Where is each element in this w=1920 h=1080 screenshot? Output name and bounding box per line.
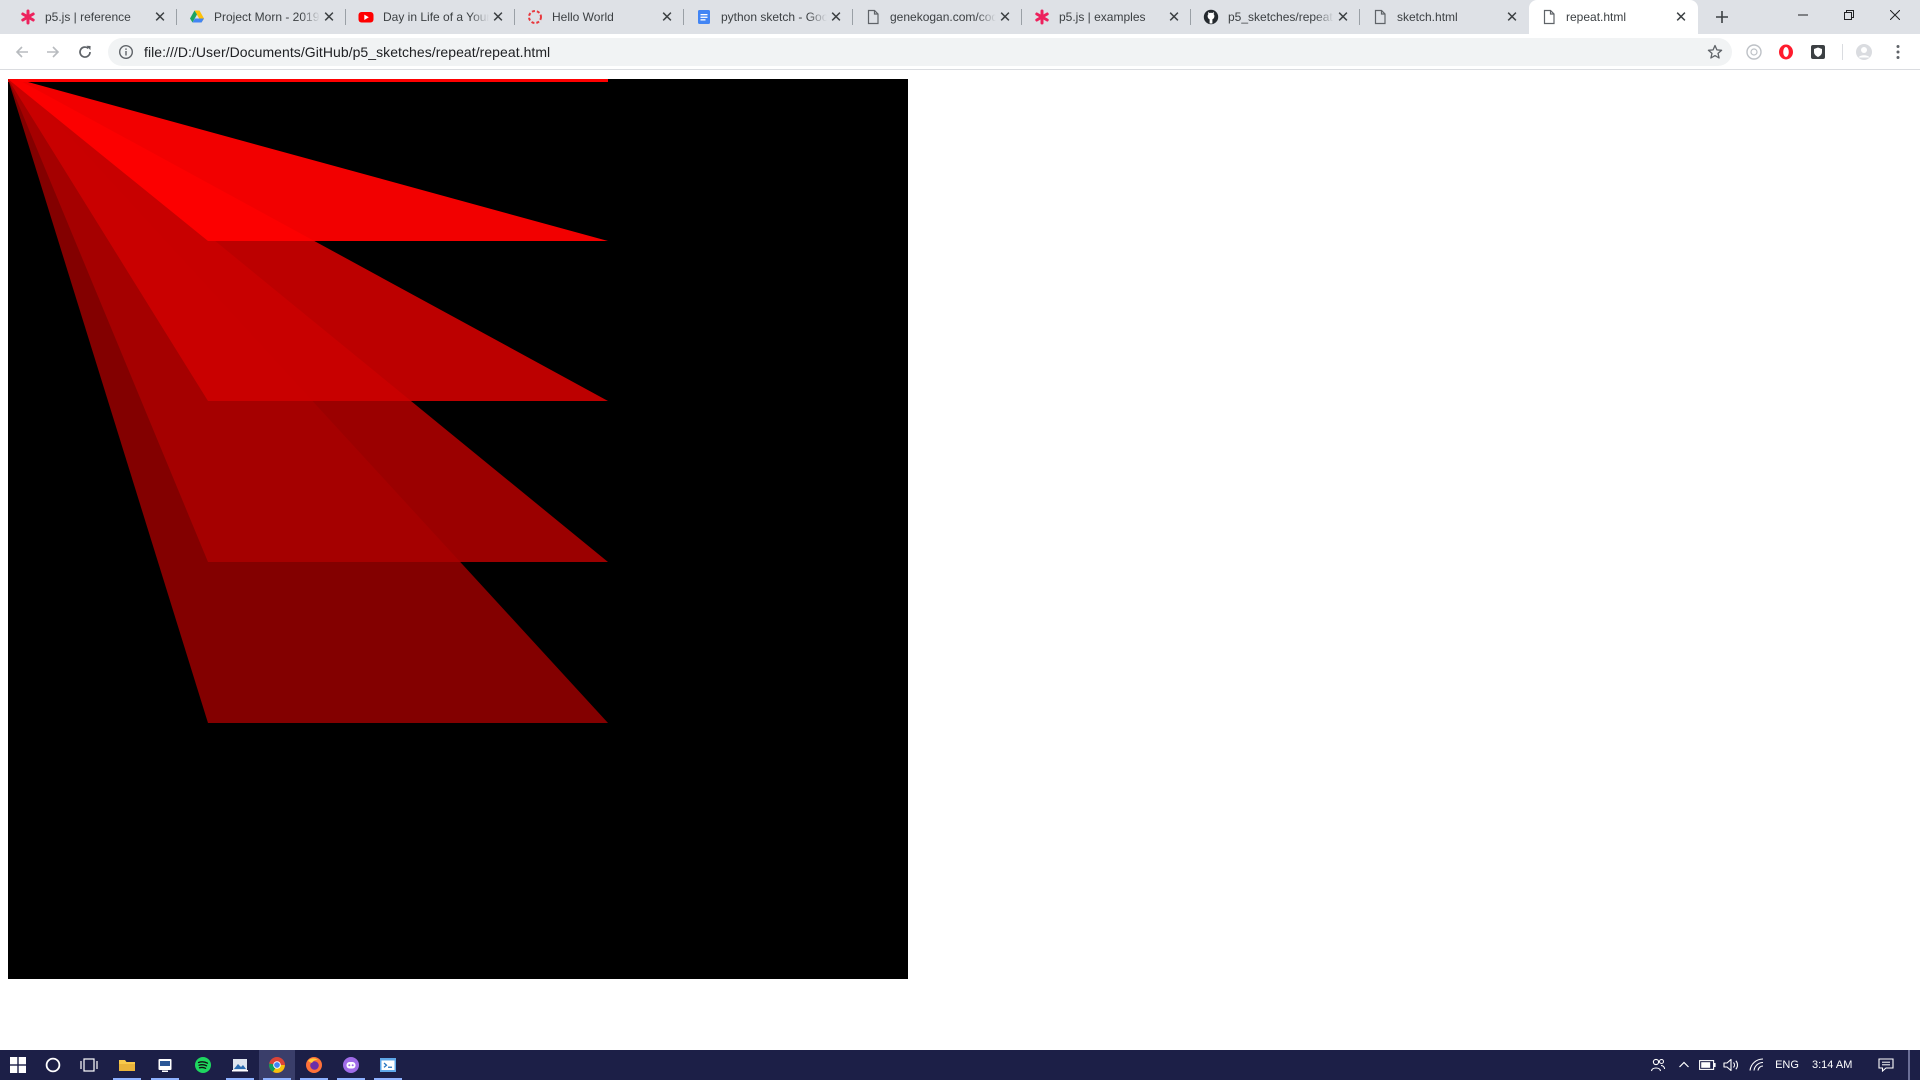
menu-kebab-icon[interactable]	[1888, 42, 1908, 62]
tab-project-morn[interactable]: Project Morn - 2019 ✕	[177, 0, 346, 34]
opera-extension-icon[interactable]	[1776, 42, 1796, 62]
arrow-left-icon	[15, 46, 28, 58]
chrome-icon[interactable]	[259, 1050, 295, 1080]
loading-spinner-icon	[527, 9, 543, 25]
tab-youtube[interactable]: Day in Life of a Young ✕	[346, 0, 515, 34]
wifi-icon[interactable]	[1746, 1050, 1768, 1080]
language-indicator[interactable]: ENG	[1772, 1050, 1802, 1080]
tab-hello-world[interactable]: Hello World ✕	[515, 0, 684, 34]
close-icon[interactable]: ✕	[1334, 8, 1352, 26]
profile-avatar-icon[interactable]	[1854, 42, 1874, 62]
google-docs-icon	[696, 9, 712, 25]
tab-repeat-html[interactable]: repeat.html ✕	[1529, 0, 1698, 34]
address-bar[interactable]: file:///D:/User/Documents/GitHub/p5_sket…	[108, 38, 1732, 66]
tab-title: p5.js | reference	[45, 10, 131, 24]
show-desktop-button[interactable]	[1908, 1050, 1910, 1080]
bookmark-star-icon[interactable]	[1706, 43, 1724, 61]
close-icon[interactable]: ✕	[827, 8, 845, 26]
tab-title: p5.js | examples	[1059, 10, 1146, 24]
page-icon	[1372, 9, 1388, 25]
forward-button[interactable]	[39, 38, 67, 66]
tab-python-sketch[interactable]: python sketch - Google Docs ✕	[684, 0, 853, 34]
tab-title: Hello World	[552, 10, 614, 24]
close-icon[interactable]: ✕	[151, 8, 169, 26]
google-drive-icon	[189, 9, 205, 25]
p5js-asterisk-icon	[1034, 9, 1050, 25]
tab-github-repeat[interactable]: p5_sketches/repeat ✕	[1191, 0, 1360, 34]
toolbar-divider	[1842, 44, 1843, 60]
start-icon[interactable]	[0, 1050, 36, 1080]
extension-sleep-icon[interactable]	[1744, 42, 1764, 62]
reload-icon	[79, 45, 91, 58]
file-explorer-icon[interactable]	[109, 1050, 145, 1080]
close-icon[interactable]: ✕	[996, 8, 1014, 26]
close-icon[interactable]: ✕	[1672, 8, 1690, 26]
volume-icon[interactable]	[1721, 1050, 1743, 1080]
task-view-icon[interactable]	[71, 1050, 107, 1080]
sketch-drawing	[8, 79, 908, 979]
tab-title: python sketch - Google Docs	[721, 10, 827, 24]
close-icon	[1890, 10, 1900, 20]
people-icon[interactable]	[1646, 1050, 1670, 1080]
p5-sketch-canvas[interactable]	[8, 79, 908, 979]
tab-p5js-reference[interactable]: p5.js | reference ✕	[8, 0, 177, 34]
discord-icon[interactable]	[333, 1050, 369, 1080]
reload-button[interactable]	[71, 38, 99, 66]
spotify-icon[interactable]	[185, 1050, 221, 1080]
tab-genekogan[interactable]: genekogan.com/code ✕	[853, 0, 1022, 34]
tab-title: Project Morn - 2019	[214, 10, 320, 24]
browser-toolbar: file:///D:/User/Documents/GitHub/p5_sket…	[0, 34, 1920, 70]
app-icon[interactable]	[147, 1050, 183, 1080]
new-tab-button[interactable]	[1708, 3, 1736, 31]
tab-title: genekogan.com/code	[890, 10, 996, 24]
github-icon	[1203, 9, 1219, 25]
cortana-icon[interactable]	[35, 1050, 71, 1080]
page-viewport	[0, 71, 1920, 1050]
tab-title: sketch.html	[1397, 10, 1458, 24]
tab-title: repeat.html	[1566, 10, 1627, 24]
page-icon	[1541, 9, 1557, 25]
clock[interactable]: 3:14 AM	[1812, 1050, 1852, 1080]
notifications-icon[interactable]	[1874, 1050, 1898, 1080]
tab-title: Day in Life of a Young	[383, 10, 489, 24]
tab-strip: p5.js | reference ✕ Project Morn - 2019 …	[0, 0, 1920, 34]
info-icon[interactable]	[118, 44, 134, 60]
windows-taskbar: ENG 3:14 AM	[0, 1050, 1920, 1080]
battery-icon[interactable]	[1697, 1050, 1719, 1080]
vscode-icon[interactable]	[370, 1050, 406, 1080]
photos-icon[interactable]	[222, 1050, 258, 1080]
back-button[interactable]	[8, 38, 36, 66]
close-icon[interactable]: ✕	[658, 8, 676, 26]
tab-sketch-html[interactable]: sketch.html ✕	[1360, 0, 1529, 34]
chevron-up-icon[interactable]	[1674, 1050, 1694, 1080]
close-icon[interactable]: ✕	[489, 8, 507, 26]
minimize-button[interactable]	[1780, 0, 1826, 30]
sketch-top-line	[8, 79, 608, 82]
restore-icon	[1844, 10, 1854, 20]
shield-extension-icon[interactable]	[1808, 42, 1828, 62]
close-icon[interactable]: ✕	[1165, 8, 1183, 26]
minimize-icon	[1798, 14, 1808, 16]
close-icon[interactable]: ✕	[320, 8, 338, 26]
plus-icon	[1716, 11, 1728, 23]
arrow-right-icon	[47, 46, 60, 58]
close-icon[interactable]: ✕	[1503, 8, 1521, 26]
youtube-icon	[358, 9, 374, 25]
tab-p5js-examples[interactable]: p5.js | examples ✕	[1022, 0, 1191, 34]
restore-button[interactable]	[1826, 0, 1872, 30]
tab-title: p5_sketches/repeat	[1228, 10, 1333, 24]
p5js-asterisk-icon	[20, 9, 36, 25]
close-window-button[interactable]	[1872, 0, 1918, 30]
address-url[interactable]: file:///D:/User/Documents/GitHub/p5_sket…	[144, 44, 550, 60]
page-icon	[865, 9, 881, 25]
firefox-icon[interactable]	[296, 1050, 332, 1080]
